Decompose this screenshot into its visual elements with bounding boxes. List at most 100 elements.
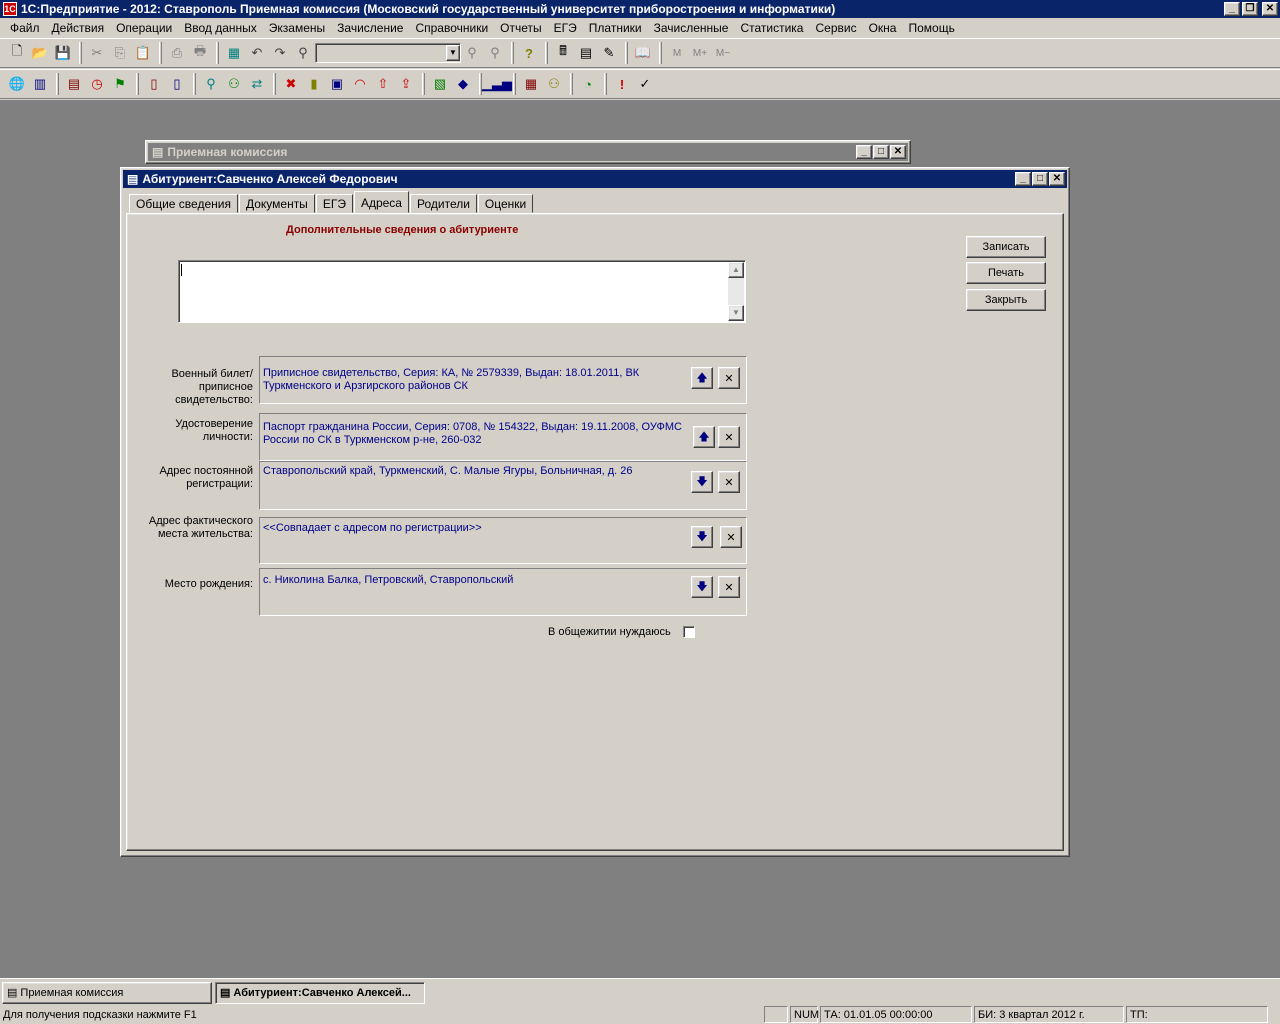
- tab-parents[interactable]: Родители: [409, 194, 477, 213]
- clear-icon[interactable]: ✕: [718, 367, 740, 389]
- cut-icon[interactable]: ✂: [86, 42, 108, 64]
- memory-m-icon[interactable]: M: [666, 42, 688, 64]
- menu-operations[interactable]: Операции: [110, 21, 178, 35]
- tab-addresses[interactable]: Адреса: [353, 191, 409, 213]
- actual-address-field[interactable]: <<Совпадает с адресом по регистрации>> 🡇…: [259, 517, 747, 564]
- crowd-icon[interactable]: ⚇: [543, 73, 565, 95]
- tab-ege[interactable]: ЕГЭ: [315, 194, 353, 213]
- copy-icon[interactable]: ⎘: [109, 42, 131, 64]
- identity-field[interactable]: Паспорт гражданина России, Серия: 0708, …: [259, 413, 747, 461]
- new-icon[interactable]: 🗋: [6, 42, 28, 64]
- save-icon[interactable]: 💾: [52, 42, 74, 64]
- menu-ege[interactable]: ЕГЭ: [548, 21, 583, 35]
- bg-maximize-button[interactable]: □: [873, 145, 889, 159]
- task-admissions[interactable]: ▤ Приемная комиссия: [2, 981, 212, 1004]
- chevron-down-icon[interactable]: ▼: [446, 45, 460, 61]
- journal-icon[interactable]: ▤: [63, 73, 85, 95]
- menu-statistics[interactable]: Статистика: [734, 21, 809, 35]
- bg-close-button[interactable]: ✕: [890, 145, 906, 159]
- menu-exams[interactable]: Экзамены: [263, 21, 331, 35]
- group-icon[interactable]: ⚇: [223, 73, 245, 95]
- menu-catalogs[interactable]: Справочники: [409, 21, 494, 35]
- redo-icon[interactable]: ↷: [269, 42, 291, 64]
- chart-icon[interactable]: ▁▃▅: [482, 73, 512, 95]
- notes-scrollbar[interactable]: ▲ ▼: [728, 262, 744, 321]
- calculator-icon[interactable]: 🖩: [552, 42, 574, 64]
- menu-file[interactable]: Файл: [4, 21, 46, 35]
- edit-icon[interactable]: ✎: [598, 42, 620, 64]
- upgrade-icon[interactable]: ⇪: [395, 73, 417, 95]
- people-icon[interactable]: ▥: [29, 73, 51, 95]
- save-button[interactable]: Записать: [966, 236, 1046, 258]
- tab-general[interactable]: Общие сведения: [129, 194, 238, 213]
- arrow-down-icon[interactable]: 🡇: [691, 471, 713, 493]
- book-icon[interactable]: 📖: [632, 42, 654, 64]
- scroll-up-icon[interactable]: ▲: [728, 262, 744, 278]
- info-icon[interactable]: !: [611, 73, 633, 95]
- close-dialog-button[interactable]: Закрыть: [966, 289, 1046, 311]
- print-button[interactable]: Печать: [966, 262, 1046, 284]
- transfer-icon[interactable]: ⇄: [246, 73, 268, 95]
- memory-minus-icon[interactable]: M−: [712, 42, 734, 64]
- dialog-maximize-button[interactable]: □: [1032, 172, 1048, 186]
- spreadsheet-icon[interactable]: ▤: [575, 42, 597, 64]
- calendar-icon[interactable]: ▦: [223, 42, 245, 64]
- clear-icon[interactable]: ✕: [720, 526, 742, 548]
- search-combo[interactable]: ▼: [315, 43, 461, 63]
- dialog-minimize-button[interactable]: _: [1015, 172, 1031, 186]
- replace-icon[interactable]: ⚲: [484, 42, 506, 64]
- arrow-down-icon[interactable]: 🡇: [691, 576, 713, 598]
- book-blue-icon[interactable]: ◆: [452, 73, 474, 95]
- clear-icon[interactable]: ✕: [718, 576, 740, 598]
- arrow-up-icon[interactable]: 🡅: [691, 367, 713, 389]
- menu-enrolled[interactable]: Зачисленные: [648, 21, 735, 35]
- menu-windows[interactable]: Окна: [863, 21, 903, 35]
- help-icon[interactable]: ?: [518, 42, 540, 64]
- military-id-field[interactable]: Приписное свидетельство, Серия: КА, № 25…: [259, 356, 747, 404]
- menu-data-entry[interactable]: Ввод данных: [178, 21, 263, 35]
- scroll-down-icon[interactable]: ▼: [728, 305, 744, 321]
- print-preview-icon[interactable]: 🖶: [189, 42, 211, 64]
- book-open-icon[interactable]: ▯: [143, 73, 165, 95]
- clear-icon[interactable]: ✕: [718, 471, 740, 493]
- notebook-icon[interactable]: ▯: [166, 73, 188, 95]
- clock-icon[interactable]: ◷: [86, 73, 108, 95]
- check-icon[interactable]: ✓: [634, 73, 656, 95]
- gauge-icon[interactable]: ◔: [577, 73, 599, 95]
- delete-person-icon[interactable]: ✖: [280, 73, 302, 95]
- notes-textarea[interactable]: ▲ ▼: [178, 260, 746, 323]
- exam-icon[interactable]: ▣: [326, 73, 348, 95]
- report-icon[interactable]: ▧: [429, 73, 451, 95]
- upload-icon[interactable]: ⇧: [372, 73, 394, 95]
- bg-window[interactable]: ▤ Приемная комиссия _ □ ✕: [145, 140, 911, 164]
- graduation-icon[interactable]: ⚑: [109, 73, 131, 95]
- minimize-button[interactable]: _: [1224, 2, 1240, 16]
- dormitory-checkbox[interactable]: [683, 626, 695, 638]
- registration-address-field[interactable]: Ставропольский край, Туркменский, С. Мал…: [259, 461, 747, 510]
- table-icon[interactable]: ▦: [520, 73, 542, 95]
- dialog-close-button[interactable]: ✕: [1049, 172, 1065, 186]
- rainbow-icon[interactable]: ◠: [349, 73, 371, 95]
- find-icon[interactable]: ⚲: [292, 42, 314, 64]
- close-button[interactable]: ✕: [1262, 2, 1278, 16]
- menu-enrollment[interactable]: Зачисление: [331, 21, 409, 35]
- menu-payers[interactable]: Платники: [583, 21, 648, 35]
- bg-minimize-button[interactable]: _: [856, 145, 872, 159]
- globe-icon[interactable]: 🌐: [6, 73, 28, 95]
- menu-service[interactable]: Сервис: [809, 21, 862, 35]
- find-next-icon[interactable]: ⚲: [461, 42, 483, 64]
- memory-plus-icon[interactable]: M+: [689, 42, 711, 64]
- open-icon[interactable]: 📂: [29, 42, 51, 64]
- arrow-up-icon[interactable]: 🡅: [693, 426, 715, 448]
- menu-actions[interactable]: Действия: [46, 21, 111, 35]
- paste-icon[interactable]: 📋: [132, 42, 154, 64]
- restore-button[interactable]: ❐: [1242, 2, 1258, 16]
- print-icon[interactable]: ⎙: [166, 42, 188, 64]
- books-icon[interactable]: ▮: [303, 73, 325, 95]
- tab-grades[interactable]: Оценки: [477, 194, 534, 213]
- task-applicant[interactable]: ▤ Абитуриент:Савченко Алексей...: [215, 981, 425, 1004]
- undo-icon[interactable]: ↶: [246, 42, 268, 64]
- birthplace-field[interactable]: с. Николина Балка, Петровский, Ставропол…: [259, 568, 747, 616]
- menu-reports[interactable]: Отчеты: [494, 21, 547, 35]
- tab-documents[interactable]: Документы: [238, 194, 315, 213]
